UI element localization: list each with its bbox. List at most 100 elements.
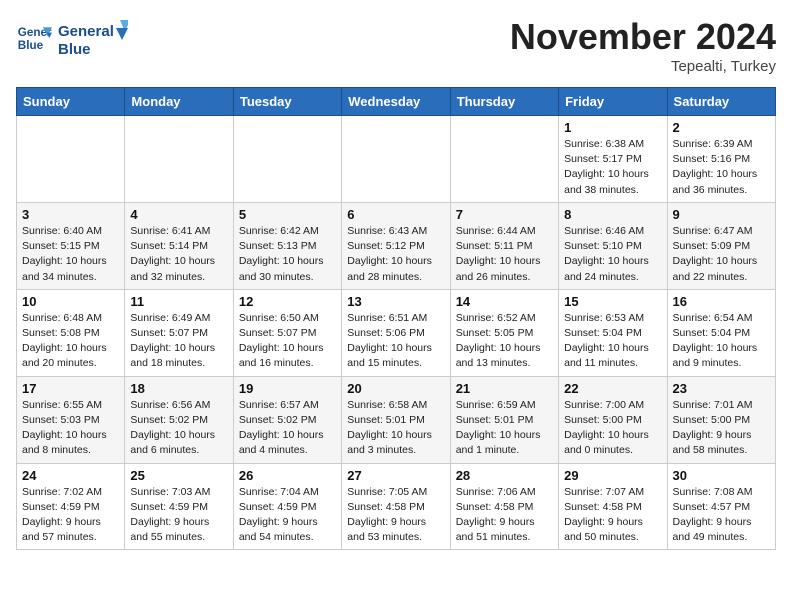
calendar-cell: 23 Sunrise: 7:01 AM Sunset: 5:00 PM Dayli… bbox=[667, 376, 775, 463]
day-info: Sunrise: 7:08 AM Sunset: 4:57 PM Dayligh… bbox=[673, 485, 770, 546]
title-block: November 2024 Tepealti, Turkey bbox=[510, 16, 776, 75]
day-number: 20 bbox=[347, 381, 444, 396]
day-number: 17 bbox=[22, 381, 119, 396]
logo-icon: General Blue bbox=[16, 20, 52, 56]
calendar-cell: 4 Sunrise: 6:41 AM Sunset: 5:14 PM Daylig… bbox=[125, 202, 233, 289]
day-number: 1 bbox=[564, 120, 661, 135]
day-info: Sunrise: 6:50 AM Sunset: 5:07 PM Dayligh… bbox=[239, 311, 336, 372]
weekday-header: Thursday bbox=[450, 88, 558, 116]
day-number: 15 bbox=[564, 294, 661, 309]
day-number: 12 bbox=[239, 294, 336, 309]
calendar-week-row: 24Sunrise: 7:02 AM Sunset: 4:59 PM Dayli… bbox=[17, 463, 776, 550]
calendar-week-row: 17 Sunrise: 6:55 AM Sunset: 5:03 PM Dayli… bbox=[17, 376, 776, 463]
day-number: 27 bbox=[347, 468, 444, 483]
calendar-cell: 22Sunrise: 7:00 AM Sunset: 5:00 PM Dayli… bbox=[559, 376, 667, 463]
calendar-cell: 21Sunrise: 6:59 AM Sunset: 5:01 PM Dayli… bbox=[450, 376, 558, 463]
weekday-header: Monday bbox=[125, 88, 233, 116]
svg-text:Blue: Blue bbox=[18, 39, 44, 52]
calendar-cell: 28 Sunrise: 7:06 AM Sunset: 4:58 PM Dayli… bbox=[450, 463, 558, 550]
calendar-week-row: 10Sunrise: 6:48 AM Sunset: 5:08 PM Dayli… bbox=[17, 289, 776, 376]
calendar-week-row: 1 Sunrise: 6:38 AM Sunset: 5:17 PM Daylig… bbox=[17, 116, 776, 203]
calendar-cell: 7Sunrise: 6:44 AM Sunset: 5:11 PM Daylig… bbox=[450, 202, 558, 289]
day-number: 18 bbox=[130, 381, 227, 396]
weekday-header: Friday bbox=[559, 88, 667, 116]
day-info: Sunrise: 7:06 AM Sunset: 4:58 PM Dayligh… bbox=[456, 485, 553, 546]
day-info: Sunrise: 6:38 AM Sunset: 5:17 PM Dayligh… bbox=[564, 137, 661, 198]
calendar-cell: 26 Sunrise: 7:04 AM Sunset: 4:59 PM Dayli… bbox=[233, 463, 341, 550]
calendar-cell bbox=[233, 116, 341, 203]
logo: General Blue General Blue General Blue bbox=[16, 16, 128, 60]
calendar-cell: 18 Sunrise: 6:56 AM Sunset: 5:02 PM Dayli… bbox=[125, 376, 233, 463]
day-info: Sunrise: 6:44 AM Sunset: 5:11 PM Dayligh… bbox=[456, 224, 553, 285]
day-number: 26 bbox=[239, 468, 336, 483]
calendar-cell: 20 Sunrise: 6:58 AM Sunset: 5:01 PM Dayli… bbox=[342, 376, 450, 463]
day-number: 14 bbox=[456, 294, 553, 309]
day-info: Sunrise: 6:46 AM Sunset: 5:10 PM Dayligh… bbox=[564, 224, 661, 285]
day-number: 25 bbox=[130, 468, 227, 483]
day-number: 11 bbox=[130, 294, 227, 309]
day-number: 4 bbox=[130, 207, 227, 222]
day-info: Sunrise: 6:51 AM Sunset: 5:06 PM Dayligh… bbox=[347, 311, 444, 372]
calendar-cell bbox=[342, 116, 450, 203]
calendar-cell: 8 Sunrise: 6:46 AM Sunset: 5:10 PM Daylig… bbox=[559, 202, 667, 289]
day-info: Sunrise: 7:04 AM Sunset: 4:59 PM Dayligh… bbox=[239, 485, 336, 546]
day-number: 8 bbox=[564, 207, 661, 222]
day-number: 3 bbox=[22, 207, 119, 222]
day-info: Sunrise: 6:43 AM Sunset: 5:12 PM Dayligh… bbox=[347, 224, 444, 285]
calendar-cell: 12 Sunrise: 6:50 AM Sunset: 5:07 PM Dayli… bbox=[233, 289, 341, 376]
calendar-cell: 30 Sunrise: 7:08 AM Sunset: 4:57 PM Dayli… bbox=[667, 463, 775, 550]
day-info: Sunrise: 6:56 AM Sunset: 5:02 PM Dayligh… bbox=[130, 398, 227, 459]
calendar-cell: 3 Sunrise: 6:40 AM Sunset: 5:15 PM Daylig… bbox=[17, 202, 125, 289]
day-info: Sunrise: 6:39 AM Sunset: 5:16 PM Dayligh… bbox=[673, 137, 770, 198]
day-info: Sunrise: 6:40 AM Sunset: 5:15 PM Dayligh… bbox=[22, 224, 119, 285]
calendar-cell bbox=[17, 116, 125, 203]
day-number: 28 bbox=[456, 468, 553, 483]
weekday-header: Wednesday bbox=[342, 88, 450, 116]
day-info: Sunrise: 6:42 AM Sunset: 5:13 PM Dayligh… bbox=[239, 224, 336, 285]
day-info: Sunrise: 6:49 AM Sunset: 5:07 PM Dayligh… bbox=[130, 311, 227, 372]
month-title: November 2024 bbox=[510, 16, 776, 58]
day-info: Sunrise: 7:05 AM Sunset: 4:58 PM Dayligh… bbox=[347, 485, 444, 546]
svg-text:General: General bbox=[58, 23, 114, 40]
day-number: 29 bbox=[564, 468, 661, 483]
calendar-cell bbox=[450, 116, 558, 203]
location: Tepealti, Turkey bbox=[510, 58, 776, 75]
day-number: 30 bbox=[673, 468, 770, 483]
svg-text:Blue: Blue bbox=[58, 41, 91, 58]
day-info: Sunrise: 6:54 AM Sunset: 5:04 PM Dayligh… bbox=[673, 311, 770, 372]
calendar-cell: 25Sunrise: 7:03 AM Sunset: 4:59 PM Dayli… bbox=[125, 463, 233, 550]
day-info: Sunrise: 6:41 AM Sunset: 5:14 PM Dayligh… bbox=[130, 224, 227, 285]
calendar-week-row: 3 Sunrise: 6:40 AM Sunset: 5:15 PM Daylig… bbox=[17, 202, 776, 289]
day-info: Sunrise: 6:57 AM Sunset: 5:02 PM Dayligh… bbox=[239, 398, 336, 459]
calendar-cell: 29 Sunrise: 7:07 AM Sunset: 4:58 PM Dayli… bbox=[559, 463, 667, 550]
day-number: 19 bbox=[239, 381, 336, 396]
calendar-cell: 2Sunrise: 6:39 AM Sunset: 5:16 PM Daylig… bbox=[667, 116, 775, 203]
day-number: 9 bbox=[673, 207, 770, 222]
day-info: Sunrise: 7:07 AM Sunset: 4:58 PM Dayligh… bbox=[564, 485, 661, 546]
day-info: Sunrise: 6:48 AM Sunset: 5:08 PM Dayligh… bbox=[22, 311, 119, 372]
weekday-header: Sunday bbox=[17, 88, 125, 116]
calendar-cell: 13 Sunrise: 6:51 AM Sunset: 5:06 PM Dayli… bbox=[342, 289, 450, 376]
weekday-header: Saturday bbox=[667, 88, 775, 116]
day-info: Sunrise: 6:53 AM Sunset: 5:04 PM Dayligh… bbox=[564, 311, 661, 372]
calendar-cell: 10Sunrise: 6:48 AM Sunset: 5:08 PM Dayli… bbox=[17, 289, 125, 376]
day-info: Sunrise: 6:52 AM Sunset: 5:05 PM Dayligh… bbox=[456, 311, 553, 372]
day-info: Sunrise: 7:00 AM Sunset: 5:00 PM Dayligh… bbox=[564, 398, 661, 459]
calendar-header-row: SundayMondayTuesdayWednesdayThursdayFrid… bbox=[17, 88, 776, 116]
day-number: 24 bbox=[22, 468, 119, 483]
day-info: Sunrise: 6:55 AM Sunset: 5:03 PM Dayligh… bbox=[22, 398, 119, 459]
calendar-table: SundayMondayTuesdayWednesdayThursdayFrid… bbox=[16, 87, 776, 550]
day-info: Sunrise: 6:59 AM Sunset: 5:01 PM Dayligh… bbox=[456, 398, 553, 459]
day-info: Sunrise: 6:47 AM Sunset: 5:09 PM Dayligh… bbox=[673, 224, 770, 285]
logo-svg: General Blue bbox=[58, 16, 128, 60]
day-info: Sunrise: 7:01 AM Sunset: 5:00 PM Dayligh… bbox=[673, 398, 770, 459]
day-number: 13 bbox=[347, 294, 444, 309]
calendar-cell: 24Sunrise: 7:02 AM Sunset: 4:59 PM Dayli… bbox=[17, 463, 125, 550]
calendar-cell: 27 Sunrise: 7:05 AM Sunset: 4:58 PM Dayli… bbox=[342, 463, 450, 550]
day-info: Sunrise: 6:58 AM Sunset: 5:01 PM Dayligh… bbox=[347, 398, 444, 459]
day-number: 16 bbox=[673, 294, 770, 309]
day-number: 23 bbox=[673, 381, 770, 396]
calendar-cell: 1 Sunrise: 6:38 AM Sunset: 5:17 PM Daylig… bbox=[559, 116, 667, 203]
calendar-cell: 16 Sunrise: 6:54 AM Sunset: 5:04 PM Dayli… bbox=[667, 289, 775, 376]
day-number: 5 bbox=[239, 207, 336, 222]
